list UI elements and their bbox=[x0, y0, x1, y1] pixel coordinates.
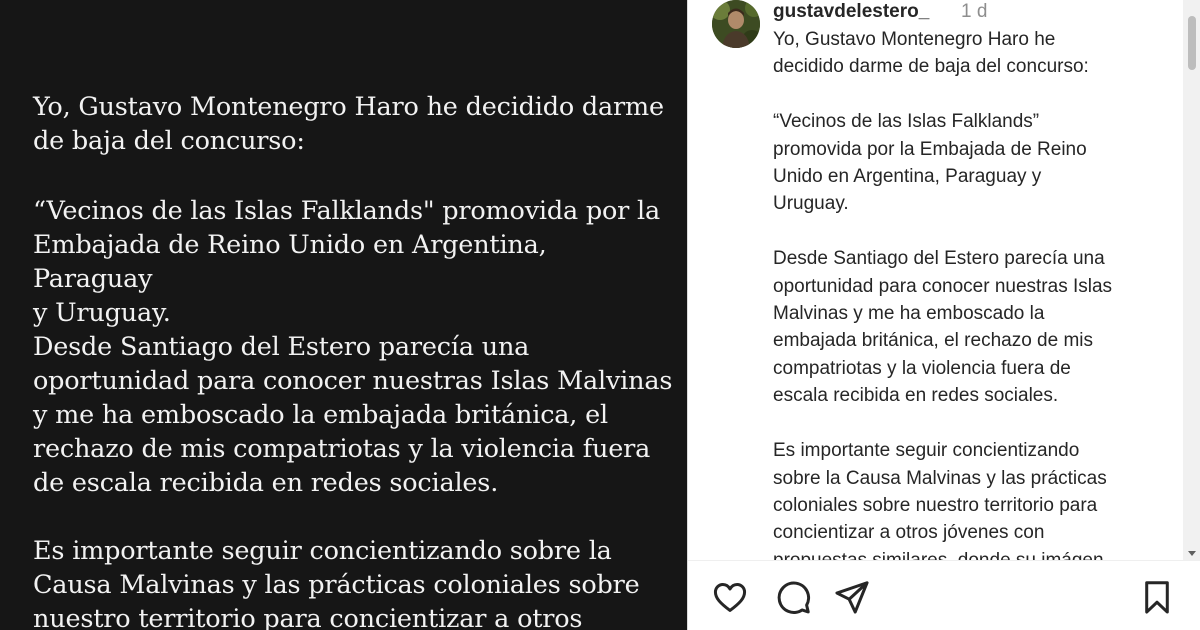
post-timestamp[interactable]: 1 d bbox=[961, 0, 987, 24]
caption-area: gustavdelestero_ 1 d Yo, Gustavo Montene… bbox=[688, 0, 1183, 560]
avatar[interactable] bbox=[712, 0, 760, 48]
save-button[interactable] bbox=[1138, 578, 1176, 616]
share-button[interactable] bbox=[833, 578, 871, 616]
heart-outline-icon bbox=[713, 582, 747, 612]
image-text-paragraph-1: Yo, Gustavo Montenegro Haro he decidido … bbox=[33, 92, 664, 156]
paper-plane-icon bbox=[835, 581, 869, 614]
username-link[interactable]: gustavdelestero_ bbox=[773, 0, 929, 24]
image-text-paragraph-2: “Vecinos de las Islas Falklands" promovi… bbox=[33, 196, 661, 328]
post-image: Yo, Gustavo Montenegro Haro he decidido … bbox=[0, 0, 687, 630]
image-text-paragraph-3: Desde Santiago del Estero parecía una op… bbox=[33, 332, 673, 498]
like-button[interactable] bbox=[711, 578, 749, 616]
caption-scrollbar[interactable] bbox=[1183, 0, 1200, 560]
post-side-panel: gustavdelestero_ 1 d Yo, Gustavo Montene… bbox=[687, 0, 1200, 630]
bookmark-outline-icon bbox=[1145, 581, 1169, 614]
scrollbar-thumb[interactable] bbox=[1188, 16, 1196, 70]
comment-button[interactable] bbox=[774, 578, 812, 616]
post-actions-bar bbox=[688, 560, 1200, 630]
post-caption: Yo, Gustavo Montenegro Haro he decidido … bbox=[773, 29, 1113, 560]
scroll-down-arrow-icon[interactable] bbox=[1188, 551, 1196, 556]
comment-bubble-icon bbox=[777, 581, 811, 614]
image-text-paragraph-4: Es importante seguir concientizando sobr… bbox=[33, 536, 640, 630]
